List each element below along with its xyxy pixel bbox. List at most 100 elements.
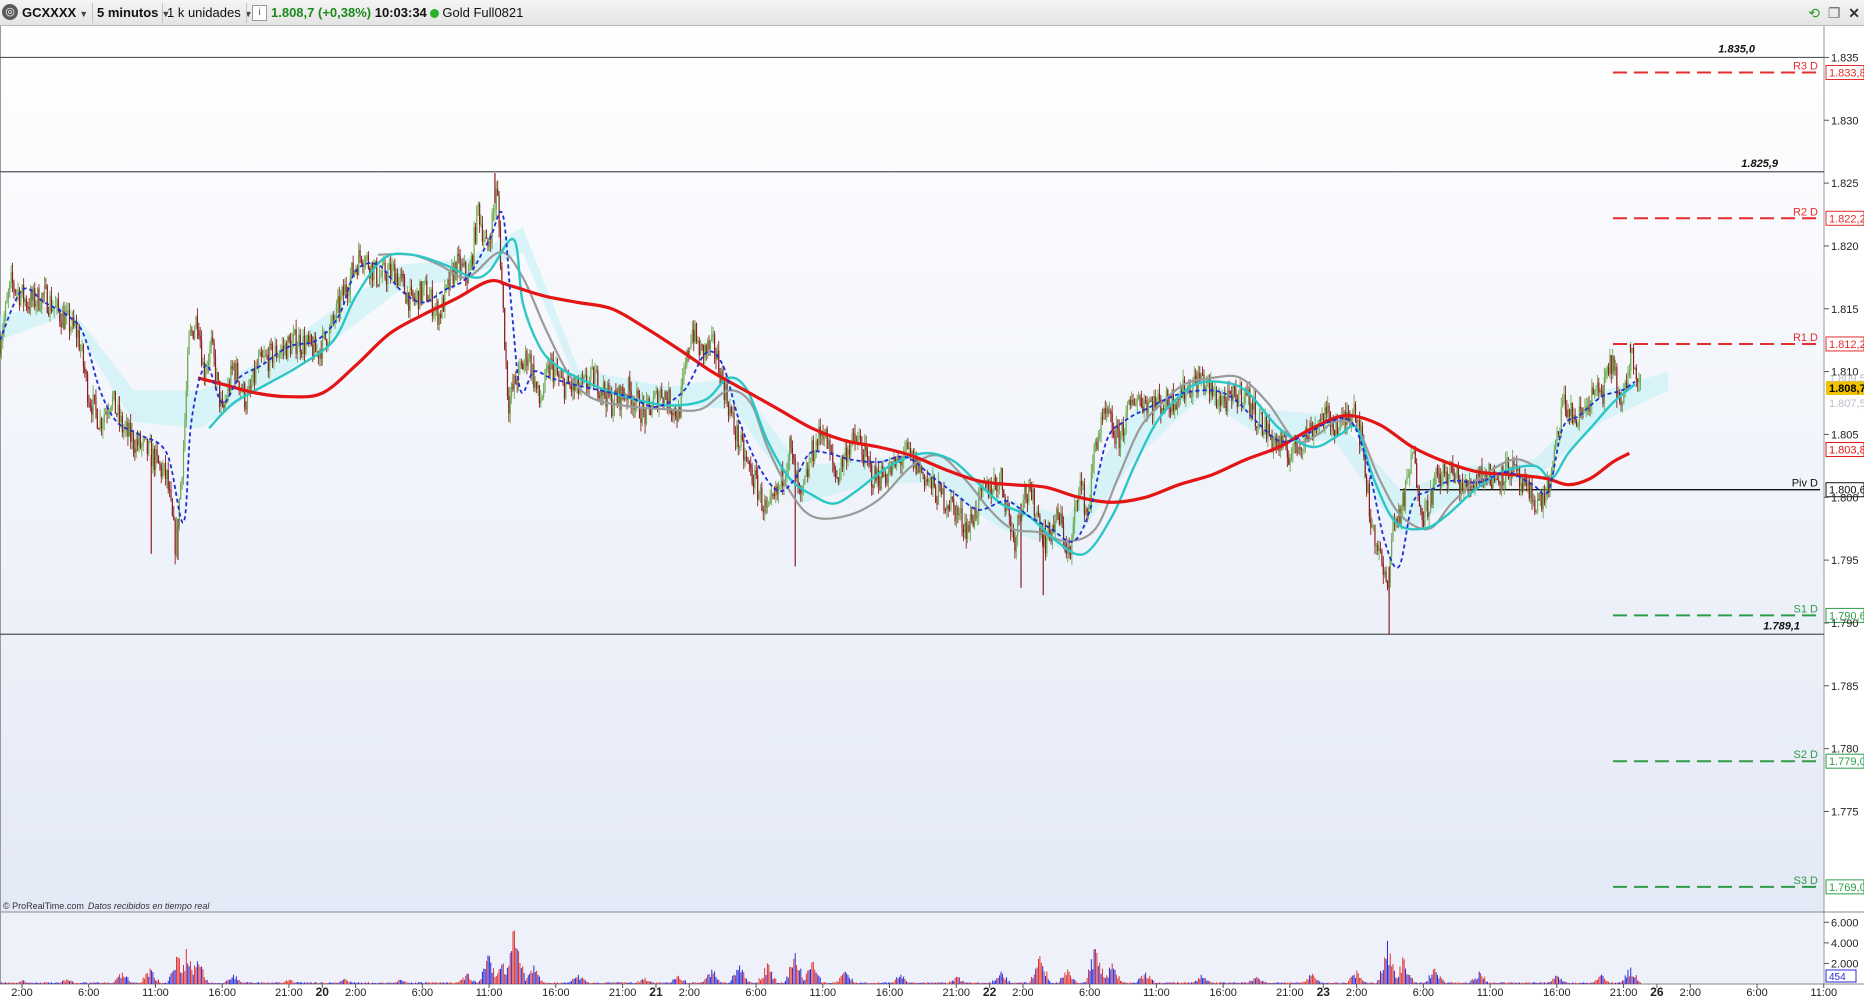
candle-body xyxy=(844,447,846,456)
candle-body xyxy=(729,406,731,416)
candle-body xyxy=(1436,468,1439,474)
candle-body xyxy=(541,396,543,400)
candle-body xyxy=(1431,488,1433,505)
candle-body xyxy=(440,313,442,319)
candle-body xyxy=(1562,400,1564,408)
candle-body xyxy=(1258,413,1261,424)
candle-body xyxy=(772,493,774,495)
candle-body xyxy=(1268,423,1270,435)
candle-body xyxy=(1571,402,1573,423)
candle-body xyxy=(598,394,600,398)
candle-body xyxy=(520,363,522,365)
candle-body xyxy=(583,375,585,380)
candle-body xyxy=(1537,498,1539,511)
candle-body xyxy=(708,340,710,349)
candle-body xyxy=(1535,510,1537,513)
candle-body xyxy=(112,396,114,406)
candle-body xyxy=(1140,398,1142,407)
candle-body xyxy=(821,434,823,437)
candle-body xyxy=(1442,463,1444,480)
candle-body xyxy=(802,483,805,486)
candle-body xyxy=(1104,408,1106,414)
candle-body xyxy=(289,340,292,355)
symbol-selector[interactable]: GCXXXX ▼ xyxy=(22,3,88,23)
candle-body xyxy=(99,418,101,430)
time-tick-label: 11:00 xyxy=(809,987,836,999)
candle-body xyxy=(59,310,61,322)
candle-body xyxy=(1434,474,1436,485)
candle-body xyxy=(815,440,817,458)
candle-body xyxy=(1566,409,1568,418)
candle-body xyxy=(1381,550,1383,564)
candle-body xyxy=(1620,400,1622,406)
time-tick-label: 21:00 xyxy=(275,987,303,999)
timeframe-label: 5 minutos xyxy=(97,5,159,20)
candle-body xyxy=(944,509,946,511)
candle-body xyxy=(469,268,471,271)
candle-body xyxy=(1022,499,1024,511)
units-selector[interactable]: 1 k unidades ▼ xyxy=(167,3,253,23)
candle-body xyxy=(777,485,780,494)
time-tick-label: 2:00 xyxy=(11,987,32,999)
candle-body xyxy=(245,407,247,409)
candle-body xyxy=(768,502,770,507)
candle-body xyxy=(430,289,432,297)
restore-window-icon[interactable]: ❐ xyxy=(1828,3,1841,23)
prorealtime-logo-icon[interactable]: ◎ xyxy=(2,4,18,20)
candle-body xyxy=(910,448,912,454)
candle-body xyxy=(288,336,290,341)
candle-body xyxy=(665,392,667,399)
time-tick-label: 21 xyxy=(649,985,663,999)
candle-body xyxy=(1345,411,1347,425)
candle-body xyxy=(930,477,933,489)
candle-body xyxy=(737,425,739,448)
candle-body xyxy=(1185,394,1187,400)
timeframe-selector[interactable]: 5 minutos ▼ xyxy=(97,3,170,23)
candle-body xyxy=(1214,390,1216,396)
candle-body xyxy=(1517,468,1519,472)
candle-body xyxy=(348,293,350,297)
candle-body xyxy=(789,437,791,461)
candle-body xyxy=(1035,515,1037,517)
refresh-icon[interactable]: ⟲ xyxy=(1808,3,1820,23)
candle-body xyxy=(907,442,909,449)
price-chart[interactable]: 1.835,0 1.825,9 1.789,1 R3 D 1.833,8 R2 D 1.8… xyxy=(0,26,1864,1000)
candle-body xyxy=(378,276,381,286)
candle-body xyxy=(302,336,304,354)
candle-body xyxy=(925,479,927,486)
candle-body xyxy=(189,329,192,332)
candle-body xyxy=(338,296,340,313)
price-tick-label: 1.790 xyxy=(1831,618,1859,630)
candle-body xyxy=(67,310,69,312)
candle-body xyxy=(88,401,90,405)
candle-body xyxy=(647,398,649,401)
close-icon[interactable]: ✕ xyxy=(1848,3,1860,23)
candle-body xyxy=(73,316,75,326)
candle-body xyxy=(890,465,892,475)
candle-body xyxy=(775,486,777,497)
candle-body xyxy=(1037,511,1040,516)
candle-body xyxy=(1621,402,1624,406)
candle-body xyxy=(399,274,401,279)
candle-body xyxy=(1564,394,1567,410)
candle-body xyxy=(483,239,485,242)
candle-body xyxy=(972,521,974,526)
time-tick-label: 11:00 xyxy=(476,987,503,999)
candle-body xyxy=(1530,482,1532,499)
watermark-note: Datos recibidos en tiempo real xyxy=(88,901,211,911)
time-tick-label: 6:00 xyxy=(745,987,766,999)
time-tick-label: 20 xyxy=(316,985,330,999)
info-icon[interactable]: i xyxy=(252,5,267,21)
level-name: Piv D xyxy=(1792,478,1818,490)
candle-body xyxy=(1217,405,1219,407)
candle-body xyxy=(1609,355,1611,375)
candle-body xyxy=(1182,379,1184,398)
candle-body xyxy=(1538,498,1540,501)
candle-body xyxy=(398,278,400,286)
candle-body xyxy=(49,295,51,315)
candle-body xyxy=(180,483,182,500)
candle-body xyxy=(394,264,396,285)
candle-body xyxy=(114,390,116,414)
candle-body xyxy=(947,505,949,509)
candle-body xyxy=(96,409,98,429)
